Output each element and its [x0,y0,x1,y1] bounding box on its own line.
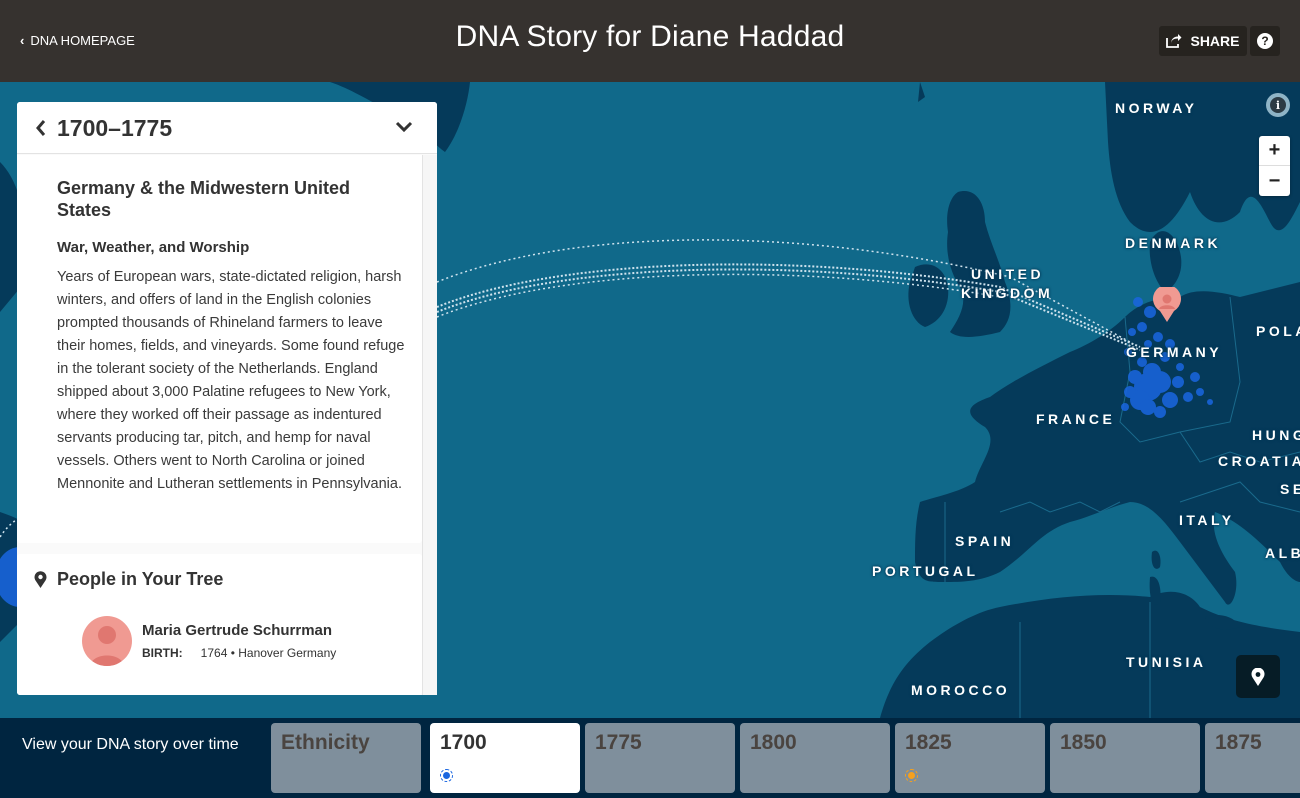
timeline-item-ethnicity[interactable]: Ethnicity [271,723,421,793]
timeline-marker-icon [440,769,453,782]
top-header: ‹ DNA HOMEPAGE DNA Story for Diane Hadda… [0,0,1300,82]
community-dot [1153,332,1163,342]
community-dot [1162,392,1178,408]
timeline-marker-icon [905,769,918,782]
avatar [82,616,132,666]
label-morocco: MOROCCO [911,682,1011,698]
zoom-out-button[interactable]: − [1259,166,1290,196]
community-dot [1143,363,1161,381]
chevron-left-icon[interactable] [35,119,47,137]
label-denmark: DENMARK [1125,235,1222,251]
region-heading: Germany & the Midwestern United States [57,178,351,220]
help-button[interactable]: ? [1250,26,1280,56]
community-dot [1176,363,1184,371]
community-dot [1124,386,1136,398]
timeline-label: View your DNA story over time [22,736,239,753]
timeline-item-label: 1825 [905,731,952,754]
community-dot [1172,376,1184,388]
label-tunisia: TUNISIA [1126,654,1207,670]
label-norway: NORWAY [1115,100,1198,116]
chevron-down-icon[interactable] [395,121,413,133]
label-portugal: PORTUGAL [872,563,979,579]
ancestor-map-pin[interactable] [1152,287,1182,323]
timeline-item-1775[interactable]: 1775 [585,723,735,793]
timeline-item-1825[interactable]: 1825 [895,723,1045,793]
panel-header: 1700–1775 [17,102,437,154]
birth-label: BIRTH: [142,646,183,660]
label-italy: ITALY [1179,512,1235,528]
person-item[interactable]: Maria Gertrude Schurrman BIRTH: 1764 • H… [82,616,336,666]
label-hungary: HUNG [1252,427,1300,443]
community-dot [1190,372,1200,382]
label-united: UNITED [971,266,1045,282]
share-label: SHARE [1190,33,1240,49]
label-albania: ALB [1265,545,1300,561]
label-spain: SPAIN [955,533,1015,549]
people-in-tree-card: People in Your Tree Maria Gertrude Schur… [17,554,422,695]
birth-value: 1764 • Hanover Germany [200,646,337,660]
timeline-item-1850[interactable]: 1850 [1050,723,1200,793]
map-pin-icon [1251,667,1265,686]
timeline-item-label: 1700 [440,731,487,754]
story-panel: 1700–1775 Germany & the Midwestern Unite… [17,102,437,695]
timeline-item-label: 1850 [1060,731,1107,754]
story-subheading: War, Weather, and Worship [57,239,250,256]
timeline-item-1700[interactable]: 1700 [430,723,580,793]
info-icon: i [1270,97,1286,113]
community-dot [1128,370,1142,384]
panel-scrollbar[interactable] [422,155,437,695]
community-dot [1137,322,1147,332]
page-title: DNA Story for Diane Haddad [455,20,845,53]
map-pin-icon [34,571,47,588]
label-kingdom: KINGDOM [961,285,1054,301]
zoom-in-button[interactable]: + [1259,136,1290,166]
map-info-button[interactable]: i [1266,93,1290,117]
period-title: 1700–1775 [57,115,173,141]
timeline-item-label: Ethnicity [281,731,370,754]
locate-button[interactable] [1236,655,1280,698]
community-dot [1183,392,1193,402]
share-external-icon [1166,34,1182,48]
label-france: FRANCE [1036,411,1116,427]
timeline-item-label: 1875 [1215,731,1262,754]
timeline-bar: View your DNA story over time Ethnicity 1… [0,718,1300,798]
timeline-item-label: 1775 [595,731,642,754]
community-dot [1128,328,1136,336]
community-dot [1133,297,1143,307]
share-button[interactable]: SHARE [1159,26,1247,56]
zoom-control: + − [1259,136,1290,196]
people-title: People in Your Tree [57,569,224,589]
community-dot [1207,399,1213,405]
story-card: Germany & the Midwestern United States W… [17,155,422,543]
timeline-item-1875[interactable]: 1875 [1205,723,1300,793]
label-poland: POLA [1256,323,1300,339]
community-dot [1121,403,1129,411]
community-dot [1154,406,1166,418]
person-silhouette-icon [90,626,124,666]
timeline-item-1800[interactable]: 1800 [740,723,890,793]
timeline-item-label: 1800 [750,731,797,754]
community-dot [1196,388,1204,396]
label-serbia: SE [1280,481,1300,497]
story-body: Years of European wars, state-dictated r… [57,269,405,492]
label-germany: GERMANY [1126,344,1223,360]
person-name: Maria Gertrude Schurrman [142,622,333,639]
community-dot [1140,399,1156,415]
label-croatia: CROATIA [1218,453,1300,469]
question-circle-icon: ? [1257,33,1273,49]
